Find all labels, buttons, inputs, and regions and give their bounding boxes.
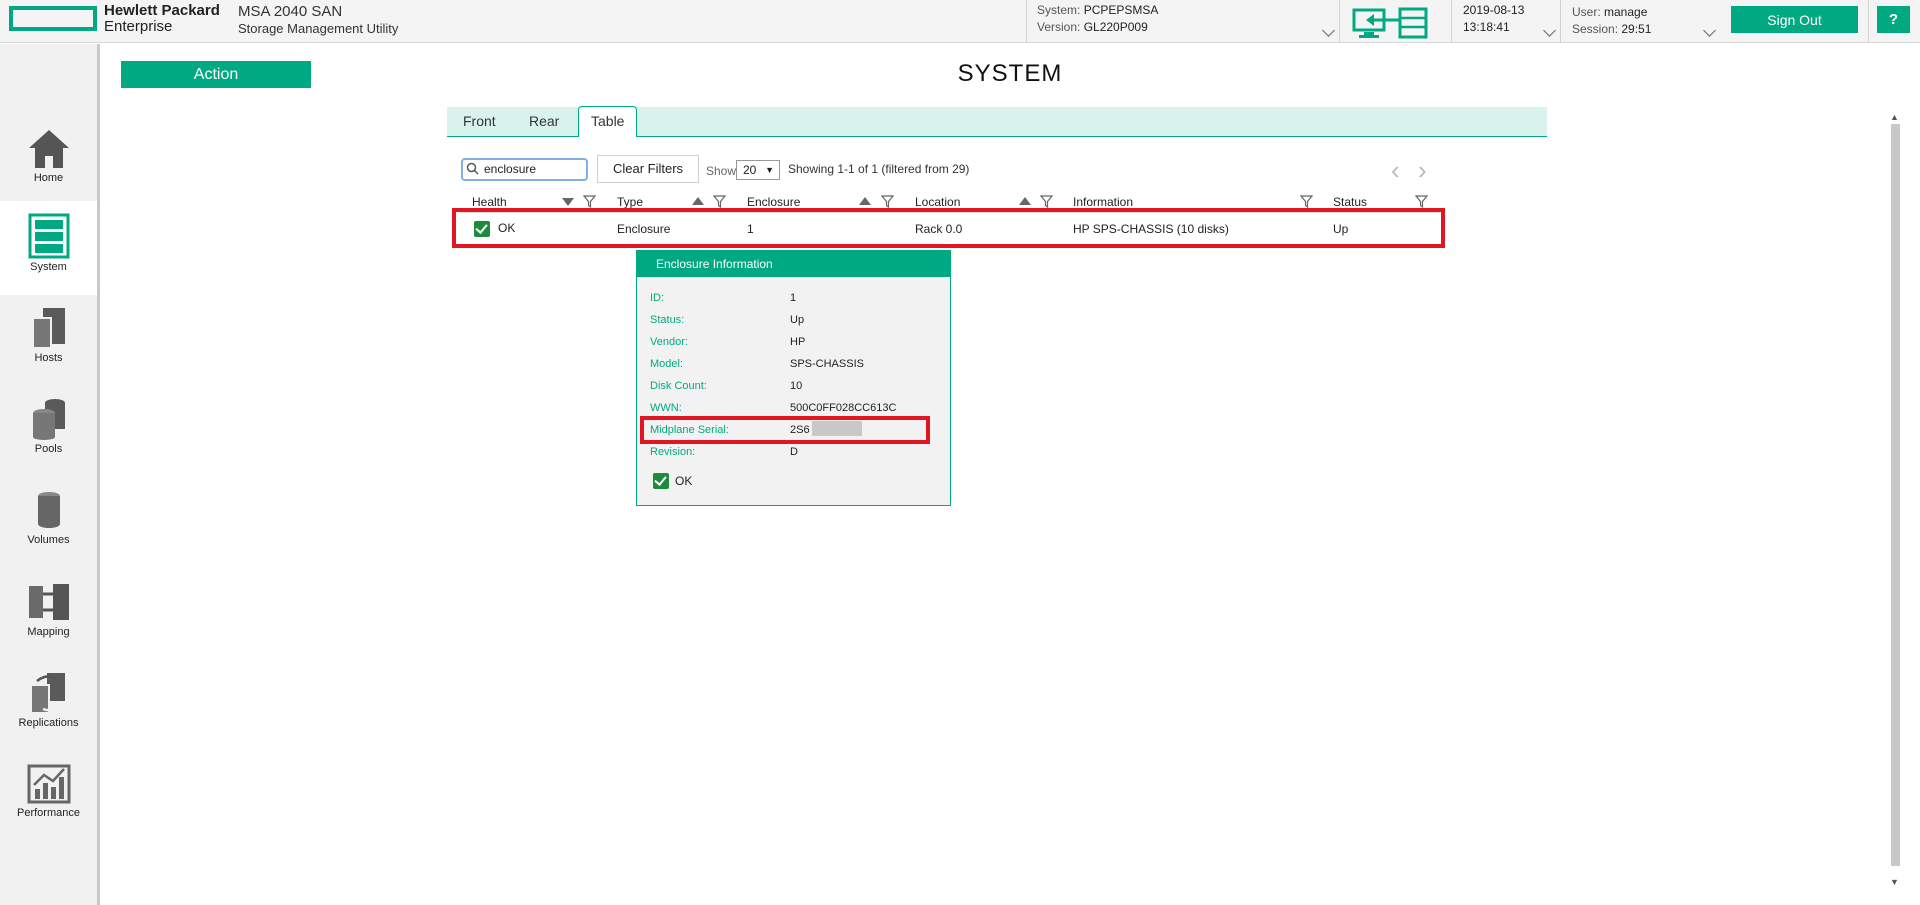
sort-asc-icon[interactable]	[1019, 197, 1031, 205]
sidebar-item-pools[interactable]: Pools	[0, 391, 97, 481]
filter-icon[interactable]	[1300, 195, 1313, 208]
dropdown-arrow-icon: ▼	[765, 165, 774, 175]
sidebar: Home System Hosts Pools Volumes Mapping …	[0, 44, 100, 905]
sort-asc-icon[interactable]	[692, 197, 704, 205]
hpe-logo	[9, 6, 97, 31]
sidebar-item-performance[interactable]: Performance	[0, 757, 97, 847]
sidebar-item-volumes[interactable]: Volumes	[0, 482, 97, 572]
previous-page-icon[interactable]: ‹	[1391, 157, 1400, 183]
system-chevron-down-icon[interactable]	[1322, 24, 1335, 37]
column-status[interactable]: Status	[1333, 195, 1367, 209]
results-count: Showing 1-1 of 1 (filtered from 29)	[788, 162, 970, 176]
filter-icon[interactable]	[881, 195, 894, 208]
scrollbar-thumb[interactable]	[1891, 124, 1900, 866]
brand-name: Hewlett Packard Enterprise	[104, 2, 220, 35]
home-icon	[28, 130, 69, 168]
next-page-icon[interactable]: ›	[1418, 157, 1427, 183]
page-size-select[interactable]: 20 ▼	[736, 160, 780, 180]
replications-icon	[29, 673, 65, 714]
filter-icon[interactable]	[1040, 195, 1053, 208]
tab-rear[interactable]: Rear	[529, 113, 559, 129]
tab-table[interactable]: Table	[578, 106, 638, 137]
sidebar-item-system[interactable]: System	[0, 201, 97, 295]
system-icon	[28, 213, 69, 259]
scroll-down-arrow-icon[interactable]: ▼	[1890, 877, 1899, 887]
tab-front[interactable]: Front	[463, 113, 496, 129]
date-time[interactable]: 2019-08-13 13:18:41	[1463, 2, 1524, 36]
volumes-icon	[37, 492, 60, 528]
filter-icon[interactable]	[1415, 195, 1428, 208]
user-info[interactable]: User: manage Session: 29:51	[1572, 4, 1651, 38]
filter-icon[interactable]	[713, 195, 726, 208]
system-info[interactable]: System: PCPEPSMSA Version: GL220P009	[1037, 2, 1158, 36]
system-connection-icon[interactable]	[1352, 7, 1428, 39]
performance-icon	[27, 764, 70, 804]
clear-filters-button[interactable]: Clear Filters	[597, 155, 699, 183]
sort-desc-icon[interactable]	[562, 198, 574, 206]
column-enclosure[interactable]: Enclosure	[747, 195, 800, 209]
action-button[interactable]: Action	[121, 61, 311, 88]
sidebar-item-mapping[interactable]: Mapping	[0, 574, 97, 664]
sidebar-item-replications[interactable]: Replications	[0, 665, 97, 755]
popup-title: Enclosure Information	[637, 251, 950, 277]
user-chevron-down-icon[interactable]	[1703, 24, 1716, 37]
tab-bar: Front Rear Table	[447, 106, 1547, 137]
enclosure-info-popup: Enclosure Information ID: 1 Status: Up V…	[636, 250, 951, 506]
show-label: Show	[706, 164, 737, 178]
popup-ok-check-icon	[653, 473, 669, 489]
column-health[interactable]: Health	[472, 195, 507, 209]
pools-icon	[32, 399, 65, 440]
product-name: MSA 2040 SAN Storage Management Utility	[238, 3, 399, 36]
search-input[interactable]: enclosure	[461, 158, 588, 181]
column-information[interactable]: Information	[1073, 195, 1133, 209]
hosts-icon	[31, 308, 65, 349]
top-header: Hewlett Packard Enterprise MSA 2040 SAN …	[0, 0, 1920, 43]
filter-icon[interactable]	[583, 195, 596, 208]
page-title: SYSTEM	[957, 60, 1063, 87]
mapping-icon	[28, 584, 69, 620]
column-type[interactable]: Type	[617, 195, 643, 209]
scroll-up-arrow-icon[interactable]: ▲	[1890, 112, 1899, 122]
help-button[interactable]: ?	[1877, 6, 1910, 33]
sort-asc-icon[interactable]	[859, 197, 871, 205]
serial-highlight-box	[640, 416, 930, 444]
sign-out-button[interactable]: Sign Out	[1731, 6, 1858, 33]
datetime-chevron-down-icon[interactable]	[1543, 24, 1556, 37]
sidebar-item-home[interactable]: Home	[0, 122, 97, 212]
column-location[interactable]: Location	[915, 195, 960, 209]
row-highlight-box	[452, 208, 1445, 248]
search-icon	[466, 162, 479, 175]
sidebar-item-hosts[interactable]: Hosts	[0, 300, 97, 390]
